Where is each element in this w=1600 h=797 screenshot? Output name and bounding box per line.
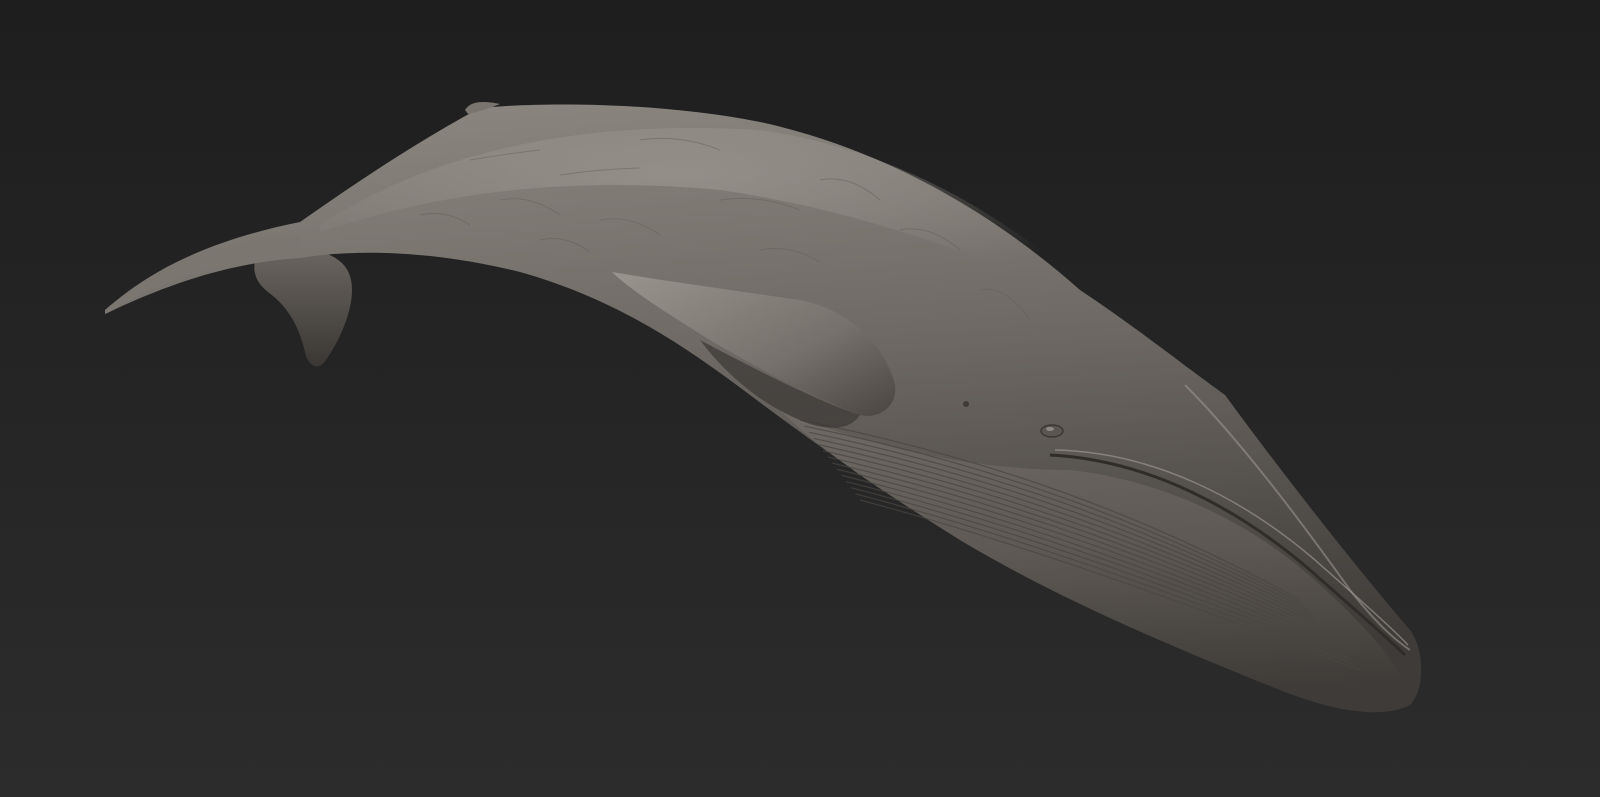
whale-render [0, 0, 1600, 797]
sculpt-viewport [0, 0, 1600, 797]
eye-highlight [1046, 427, 1054, 431]
ear-pit [963, 401, 969, 407]
eye [1040, 424, 1064, 438]
